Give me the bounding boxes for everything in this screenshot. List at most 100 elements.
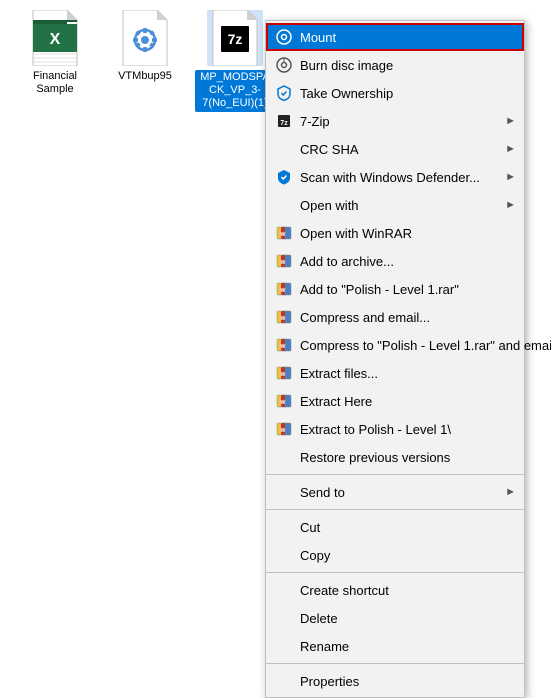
menu-item-crc-sha-label: CRC SHA bbox=[300, 142, 501, 157]
svg-text:W: W bbox=[281, 344, 286, 350]
file-icon-financial-sample-label: Financial Sample bbox=[15, 70, 95, 96]
submenu-arrow-send-to: ► bbox=[505, 486, 516, 498]
menu-item-send-to-label: Send to bbox=[300, 485, 501, 500]
excel-icon-image: X bbox=[27, 10, 83, 66]
restore-icon bbox=[274, 447, 294, 467]
menu-item-properties-label: Properties bbox=[300, 674, 516, 689]
svg-text:W: W bbox=[281, 232, 286, 238]
menu-item-compress-polish-email-label: Compress to "Polish - Level 1.rar" and e… bbox=[300, 338, 551, 353]
properties-icon bbox=[274, 671, 294, 691]
menu-item-open-with[interactable]: Open with ► bbox=[266, 191, 524, 219]
menu-item-create-shortcut-label: Create shortcut bbox=[300, 583, 516, 598]
cut-icon bbox=[274, 517, 294, 537]
context-menu: Mount Burn disc image Take Ownership bbox=[265, 20, 525, 698]
winrar-compress-email-icon: W bbox=[274, 307, 294, 327]
rename-icon bbox=[274, 636, 294, 656]
svg-text:W: W bbox=[281, 316, 286, 322]
file-icon-vtmbup95-label: VTMbup95 bbox=[118, 70, 172, 83]
send-to-icon bbox=[274, 482, 294, 502]
svg-text:W: W bbox=[281, 372, 286, 378]
menu-item-add-polish-rar-label: Add to "Polish - Level 1.rar" bbox=[300, 282, 516, 297]
menu-item-take-ownership-label: Take Ownership bbox=[300, 86, 516, 101]
file-icon-mp-modspack[interactable]: 7z MP_MODSPACK_VP_3-7(No_EUI)(1) bbox=[195, 10, 275, 112]
desktop: X Financial Sample bbox=[0, 0, 551, 500]
delete-icon bbox=[274, 608, 294, 628]
menu-item-add-archive-label: Add to archive... bbox=[300, 254, 516, 269]
winrar-open-icon: W bbox=[274, 223, 294, 243]
disc-icon bbox=[274, 27, 294, 47]
menu-item-burn-disc[interactable]: Burn disc image bbox=[266, 51, 524, 79]
menu-item-restore-versions-label: Restore previous versions bbox=[300, 450, 516, 465]
svg-text:W: W bbox=[281, 400, 286, 406]
menu-item-add-archive[interactable]: W Add to archive... bbox=[266, 247, 524, 275]
menu-item-send-to[interactable]: Send to ► bbox=[266, 478, 524, 506]
menu-item-burn-disc-label: Burn disc image bbox=[300, 58, 516, 73]
menu-item-mount-label: Mount bbox=[300, 30, 516, 45]
svg-text:W: W bbox=[281, 288, 286, 294]
menu-item-scan-defender-label: Scan with Windows Defender... bbox=[300, 170, 501, 185]
menu-item-take-ownership[interactable]: Take Ownership bbox=[266, 79, 524, 107]
menu-item-add-polish-rar[interactable]: W Add to "Polish - Level 1.rar" bbox=[266, 275, 524, 303]
menu-item-cut[interactable]: Cut bbox=[266, 513, 524, 541]
menu-item-scan-defender[interactable]: Scan with Windows Defender... ► bbox=[266, 163, 524, 191]
menu-separator-1 bbox=[266, 474, 524, 475]
file-icon-vtmbup95[interactable]: VTMbup95 bbox=[105, 10, 185, 83]
vtm-icon-image bbox=[117, 10, 173, 66]
svg-text:W: W bbox=[281, 260, 286, 266]
menu-item-open-winrar[interactable]: W Open with WinRAR bbox=[266, 219, 524, 247]
menu-separator-3 bbox=[266, 572, 524, 573]
submenu-arrow-crc: ► bbox=[505, 143, 516, 155]
submenu-arrow-7zip: ► bbox=[505, 115, 516, 127]
menu-item-properties[interactable]: Properties bbox=[266, 667, 524, 695]
menu-item-extract-files-label: Extract files... bbox=[300, 366, 516, 381]
menu-item-mount[interactable]: Mount bbox=[266, 23, 524, 51]
menu-item-copy[interactable]: Copy bbox=[266, 541, 524, 569]
menu-item-extract-polish-label: Extract to Polish - Level 1\ bbox=[300, 422, 516, 437]
menu-item-crc-sha[interactable]: CRC SHA ► bbox=[266, 135, 524, 163]
winrar-add-icon: W bbox=[274, 251, 294, 271]
create-shortcut-icon bbox=[274, 580, 294, 600]
menu-item-open-with-label: Open with bbox=[300, 198, 501, 213]
winrar-extract-here-icon: W bbox=[274, 391, 294, 411]
open-with-icon bbox=[274, 195, 294, 215]
crc-icon bbox=[274, 139, 294, 159]
menu-item-extract-files[interactable]: W Extract files... bbox=[266, 359, 524, 387]
menu-item-7zip-label: 7-Zip bbox=[300, 114, 501, 129]
winrar-compress-polish-icon: W bbox=[274, 335, 294, 355]
menu-item-compress-polish-email[interactable]: W Compress to "Polish - Level 1.rar" and… bbox=[266, 331, 524, 359]
menu-item-extract-polish[interactable]: W Extract to Polish - Level 1\ bbox=[266, 415, 524, 443]
menu-item-open-winrar-label: Open with WinRAR bbox=[300, 226, 516, 241]
defender-icon bbox=[274, 167, 294, 187]
svg-text:7z: 7z bbox=[280, 120, 288, 127]
menu-item-delete[interactable]: Delete bbox=[266, 604, 524, 632]
menu-item-delete-label: Delete bbox=[300, 611, 516, 626]
7z-icon-image: 7z bbox=[207, 10, 263, 66]
file-icon-financial-sample[interactable]: X Financial Sample bbox=[15, 10, 95, 96]
svg-text:W: W bbox=[281, 428, 286, 434]
menu-item-cut-label: Cut bbox=[300, 520, 516, 535]
menu-item-compress-email-label: Compress and email... bbox=[300, 310, 516, 325]
menu-separator-2 bbox=[266, 509, 524, 510]
submenu-arrow-defender: ► bbox=[505, 171, 516, 183]
winrar-extract-files-icon: W bbox=[274, 363, 294, 383]
menu-item-rename-label: Rename bbox=[300, 639, 516, 654]
menu-item-restore-versions[interactable]: Restore previous versions bbox=[266, 443, 524, 471]
file-icon-mp-modspack-label: MP_MODSPACK_VP_3-7(No_EUI)(1) bbox=[195, 70, 275, 112]
burn-disc-icon bbox=[274, 55, 294, 75]
menu-item-7zip[interactable]: 7z 7-Zip ► bbox=[266, 107, 524, 135]
svg-text:7z: 7z bbox=[228, 31, 243, 47]
menu-item-extract-here[interactable]: W Extract Here bbox=[266, 387, 524, 415]
menu-item-extract-here-label: Extract Here bbox=[300, 394, 516, 409]
menu-separator-4 bbox=[266, 663, 524, 664]
7zip-menu-icon: 7z bbox=[274, 111, 294, 131]
winrar-extract-polish-icon: W bbox=[274, 419, 294, 439]
menu-item-rename[interactable]: Rename bbox=[266, 632, 524, 660]
shield-icon bbox=[274, 83, 294, 103]
menu-item-compress-email[interactable]: W Compress and email... bbox=[266, 303, 524, 331]
submenu-arrow-open-with: ► bbox=[505, 199, 516, 211]
menu-item-create-shortcut[interactable]: Create shortcut bbox=[266, 576, 524, 604]
menu-item-copy-label: Copy bbox=[300, 548, 516, 563]
winrar-add-polish-icon: W bbox=[274, 279, 294, 299]
svg-text:X: X bbox=[50, 31, 61, 48]
copy-icon bbox=[274, 545, 294, 565]
